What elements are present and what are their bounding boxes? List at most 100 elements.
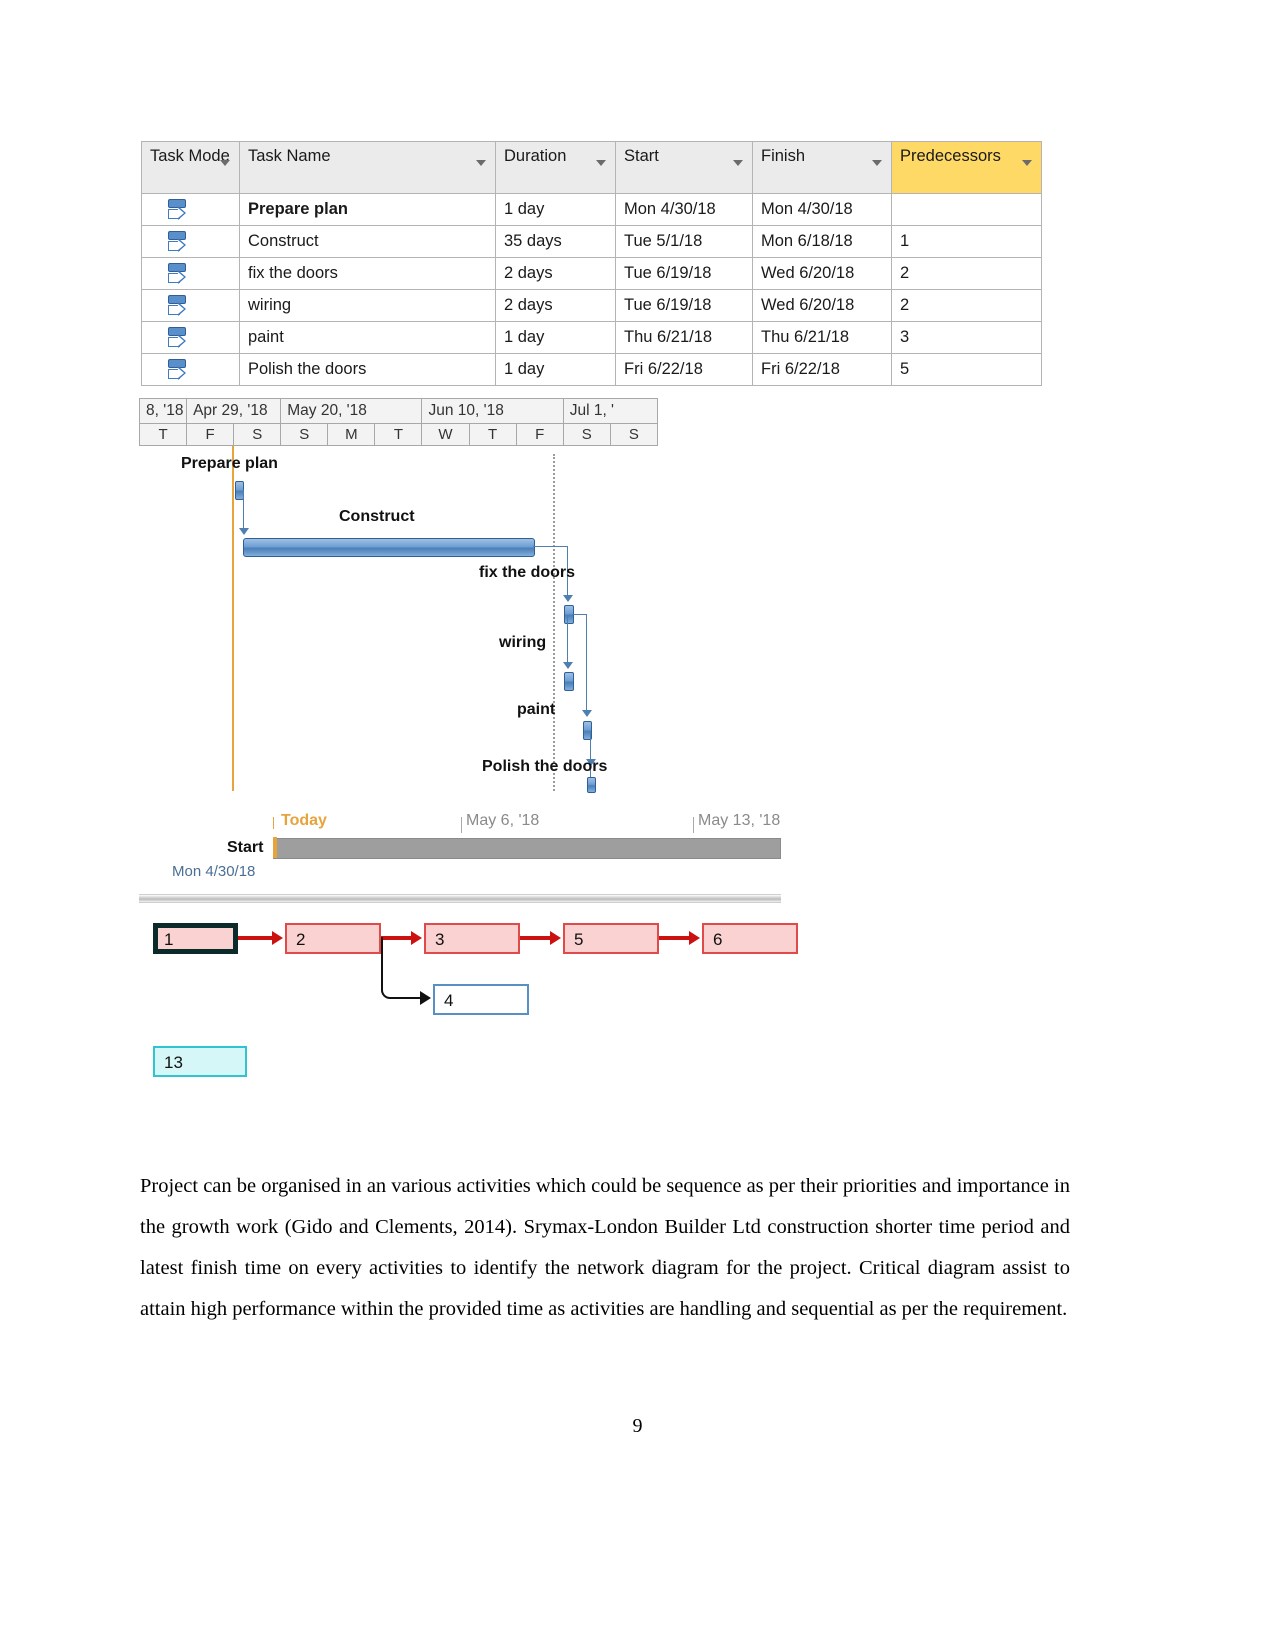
task-duration-cell[interactable]: 1 day: [495, 193, 616, 226]
network-node-5[interactable]: 5: [563, 923, 659, 954]
network-node-6[interactable]: 6: [702, 923, 798, 954]
task-name-cell[interactable]: fix the doors: [239, 257, 496, 290]
network-link-arrow: [689, 931, 700, 945]
timeline-bar[interactable]: [273, 838, 781, 859]
gantt-bar-wiring[interactable]: [564, 672, 574, 691]
table-row[interactable]: Construct 35 days Tue 5/1/18 Mon 6/18/18…: [141, 225, 1042, 258]
task-duration-cell[interactable]: 2 days: [495, 289, 616, 322]
timeline-tick: [693, 817, 694, 833]
timeline-today-tick: [273, 817, 274, 829]
timescale-weeks-row: 8, '18 Apr 29, '18 May 20, '18 Jun 10, '…: [138, 398, 659, 424]
table-row[interactable]: Prepare plan 1 day Mon 4/30/18 Mon 4/30/…: [141, 193, 1042, 226]
task-predecessors-cell[interactable]: 3: [891, 321, 1042, 354]
network-node-13[interactable]: 13: [153, 1046, 247, 1077]
gantt-timescale: 8, '18 Apr 29, '18 May 20, '18 Jun 10, '…: [138, 398, 659, 446]
filter-arrow-icon[interactable]: [733, 160, 743, 166]
task-name-cell[interactable]: Polish the doors: [239, 353, 496, 386]
network-link-arrow: [550, 931, 561, 945]
gantt-bar-polish-the-doors[interactable]: [587, 777, 596, 793]
task-finish-cell[interactable]: Wed 6/20/18: [752, 289, 892, 322]
gantt-bar-area: Prepare plan Construct fix the doors wir…: [139, 446, 799, 793]
network-link-arrow: [272, 931, 283, 945]
task-start-cell[interactable]: Fri 6/22/18: [615, 353, 753, 386]
task-duration-cell[interactable]: 2 days: [495, 257, 616, 290]
filter-arrow-icon[interactable]: [596, 160, 606, 166]
task-start-cell[interactable]: Tue 6/19/18: [615, 289, 753, 322]
gantt-link-arrow: [239, 528, 249, 535]
timeline-tick-label: May 6, '18: [466, 812, 540, 829]
timeline-start-label: Start: [227, 839, 264, 856]
filter-arrow-icon[interactable]: [872, 160, 882, 166]
task-name-cell[interactable]: wiring: [239, 289, 496, 322]
task-mode-cell[interactable]: [141, 321, 240, 354]
task-mode-cell[interactable]: [141, 353, 240, 386]
task-predecessors-cell[interactable]: 1: [891, 225, 1042, 258]
gantt-bar-construct[interactable]: [243, 538, 535, 557]
column-header-duration[interactable]: Duration: [495, 141, 616, 194]
gantt-project-finish-line: [553, 454, 555, 791]
network-node-3[interactable]: 3: [424, 923, 520, 954]
timeline-tick-label: May 13, '18: [698, 812, 781, 829]
gantt-bar-label-construct: Construct: [339, 508, 415, 525]
task-predecessors-cell[interactable]: 2: [891, 257, 1042, 290]
network-diagram: 1 2 3 5 6 4 13: [139, 915, 799, 1100]
network-node-2[interactable]: 2: [285, 923, 381, 954]
task-start-cell[interactable]: Tue 5/1/18: [615, 225, 753, 258]
auto-schedule-icon: [167, 294, 193, 318]
table-row[interactable]: wiring 2 days Tue 6/19/18 Wed 6/20/18 2: [141, 289, 1042, 322]
timescale-day-label: S: [233, 423, 282, 446]
task-finish-cell[interactable]: Mon 6/18/18: [752, 225, 892, 258]
column-header-start[interactable]: Start: [615, 141, 753, 194]
task-start-cell[interactable]: Tue 6/19/18: [615, 257, 753, 290]
filter-arrow-icon[interactable]: [220, 160, 230, 166]
task-name-cell[interactable]: Construct: [239, 225, 496, 258]
timeline-view: Today May 6, '18 May 13, '18 Start Mon 4…: [139, 805, 799, 903]
auto-schedule-icon: [167, 262, 193, 286]
network-node-1[interactable]: 1: [153, 923, 238, 954]
task-mode-cell[interactable]: [141, 193, 240, 226]
network-node-4[interactable]: 4: [433, 984, 529, 1015]
gantt-link-arrow: [582, 710, 592, 717]
task-start-cell[interactable]: Thu 6/21/18: [615, 321, 753, 354]
task-name-cell[interactable]: Prepare plan: [239, 193, 496, 226]
table-row[interactable]: Polish the doors 1 day Fri 6/22/18 Fri 6…: [141, 353, 1042, 386]
table-row[interactable]: fix the doors 2 days Tue 6/19/18 Wed 6/2…: [141, 257, 1042, 290]
task-mode-cell[interactable]: [141, 289, 240, 322]
task-predecessors-cell[interactable]: [891, 193, 1042, 226]
task-duration-cell[interactable]: 1 day: [495, 321, 616, 354]
task-mode-cell[interactable]: [141, 225, 240, 258]
timescale-day-label: S: [280, 423, 329, 446]
gantt-chart: 8, '18 Apr 29, '18 May 20, '18 Jun 10, '…: [138, 398, 799, 793]
timescale-day-label: W: [421, 423, 470, 446]
gantt-link-line: [586, 614, 587, 713]
task-duration-cell[interactable]: 1 day: [495, 353, 616, 386]
gantt-bar-label-fix-the-doors: fix the doors: [479, 564, 576, 581]
column-header-task-mode[interactable]: Task Mode: [141, 141, 240, 194]
column-header-task-name[interactable]: Task Name: [239, 141, 496, 194]
task-predecessors-cell[interactable]: 5: [891, 353, 1042, 386]
task-predecessors-cell[interactable]: 2: [891, 289, 1042, 322]
task-finish-cell[interactable]: Thu 6/21/18: [752, 321, 892, 354]
filter-arrow-icon[interactable]: [476, 160, 486, 166]
timescale-day-label: T: [138, 423, 188, 446]
task-finish-cell[interactable]: Mon 4/30/18: [752, 193, 892, 226]
ms-project-screenshot: Task Mode Task Name Duration Start Finis…: [141, 141, 1042, 386]
table-row[interactable]: paint 1 day Thu 6/21/18 Thu 6/21/18 3: [141, 321, 1042, 354]
task-finish-cell[interactable]: Wed 6/20/18: [752, 257, 892, 290]
filter-arrow-icon[interactable]: [1022, 160, 1032, 166]
timescale-day-label: F: [515, 423, 564, 446]
timescale-day-label: F: [186, 423, 235, 446]
network-link: [520, 936, 552, 940]
gantt-today-line: [232, 446, 234, 791]
body-paragraph: Project can be organised in an various a…: [140, 1174, 1070, 1320]
task-name-cell[interactable]: paint: [239, 321, 496, 354]
task-duration-cell[interactable]: 35 days: [495, 225, 616, 258]
task-finish-cell[interactable]: Fri 6/22/18: [752, 353, 892, 386]
task-mode-cell[interactable]: [141, 257, 240, 290]
gantt-link-line: [243, 490, 244, 531]
gantt-bar-label-prepare-plan: Prepare plan: [181, 455, 278, 472]
column-header-predecessors[interactable]: Predecessors: [891, 141, 1042, 194]
column-header-finish[interactable]: Finish: [752, 141, 892, 194]
task-start-cell[interactable]: Mon 4/30/18: [615, 193, 753, 226]
task-table-body: Prepare plan 1 day Mon 4/30/18 Mon 4/30/…: [141, 193, 1042, 386]
